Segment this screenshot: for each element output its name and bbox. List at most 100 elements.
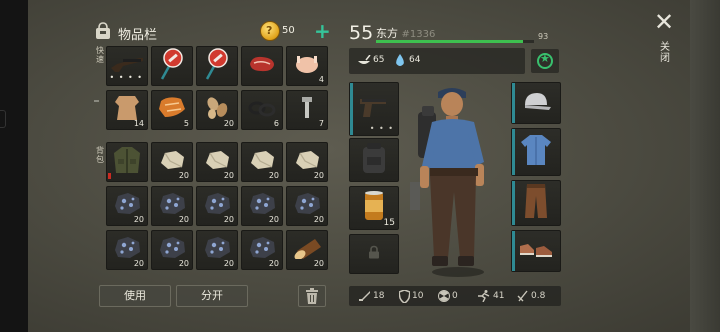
quick-slot[interactable]: 5 xyxy=(151,90,193,130)
fabric-scraps-icon xyxy=(157,95,187,125)
item-quantity: 15 xyxy=(383,218,395,228)
jacket-icon xyxy=(112,145,142,179)
defense-shield-icon xyxy=(399,290,410,303)
bezel-notch xyxy=(0,110,6,128)
slot-accent xyxy=(512,181,515,225)
equipment-slot[interactable] xyxy=(349,138,399,182)
durability-dots: • • • xyxy=(369,124,394,133)
quick-slot[interactable] xyxy=(241,46,283,86)
xp-bar-fill xyxy=(376,40,523,43)
device-bezel xyxy=(0,0,28,332)
game-screen: 物品栏 ? 50 + 快速 背包 • • • • 4 14 5 20 6 7 20 20 20 20… xyxy=(0,0,720,332)
equipment-slot[interactable]: • • • xyxy=(349,82,399,136)
equipment-slot[interactable] xyxy=(511,230,561,272)
close-button[interactable]: ✕ xyxy=(654,10,674,34)
equipment-slot[interactable] xyxy=(511,180,561,226)
quick-slot[interactable]: • • • • xyxy=(106,46,148,86)
weight-value: 0.8 xyxy=(531,291,546,301)
star-badge[interactable]: ★ xyxy=(531,49,559,73)
raw-meat-icon xyxy=(248,54,276,78)
bag-slot[interactable]: 20 xyxy=(286,230,328,270)
weight-icon xyxy=(517,290,528,302)
bag-slot[interactable]: 20 xyxy=(241,142,283,182)
slot-accent xyxy=(350,83,353,135)
equipment-slot[interactable] xyxy=(511,82,561,124)
pistol-icon xyxy=(358,95,390,123)
coin-symbol: ? xyxy=(266,24,273,37)
bag-slot[interactable]: 20 xyxy=(196,186,238,226)
bag-slot[interactable]: 20 xyxy=(106,230,148,270)
condition-marker xyxy=(108,173,111,179)
item-quantity: 7 xyxy=(318,119,324,128)
coin-count: 50 xyxy=(282,25,295,36)
no-entry-sign-icon xyxy=(203,47,231,85)
xp-value: 93 xyxy=(538,32,549,41)
bag-slot[interactable] xyxy=(106,142,148,182)
quick-slot[interactable]: 14 xyxy=(106,90,148,130)
item-quantity: 6 xyxy=(273,119,279,128)
item-quantity: 4 xyxy=(318,75,324,84)
player-name-line: 东方 #1336 xyxy=(376,25,435,41)
running-speed-icon xyxy=(478,290,490,302)
radiation-icon xyxy=(438,290,450,302)
radiation-value: 0 xyxy=(452,291,458,301)
star-badge-icon: ★ xyxy=(537,52,553,69)
cap-icon xyxy=(519,89,553,117)
slot-accent xyxy=(512,129,515,175)
bag-slot[interactable]: 20 xyxy=(286,142,328,182)
item-quantity: 20 xyxy=(178,215,189,224)
item-quantity: 20 xyxy=(313,171,324,180)
raw-chicken-icon xyxy=(293,52,321,80)
use-button[interactable]: 使用 xyxy=(99,285,171,307)
trash-button[interactable] xyxy=(298,285,326,307)
item-quantity: 5 xyxy=(183,119,189,128)
quick-slot[interactable] xyxy=(196,46,238,86)
bag-slot[interactable]: 20 xyxy=(196,230,238,270)
trash-icon xyxy=(306,288,318,304)
close-label[interactable]: 关闭 xyxy=(660,42,672,64)
item-quantity: 20 xyxy=(268,215,279,224)
attack-icon xyxy=(359,291,370,301)
quick-slot[interactable]: 6 xyxy=(241,90,283,130)
equipment-slot[interactable] xyxy=(511,128,561,176)
inventory-title: 物品栏 xyxy=(118,28,158,43)
bag-slot[interactable]: 20 xyxy=(286,186,328,226)
character-figure xyxy=(410,88,484,277)
quick-slot[interactable] xyxy=(151,46,193,86)
bag-slot[interactable]: 20 xyxy=(241,186,283,226)
add-coins-button[interactable]: + xyxy=(314,19,331,43)
right-bezel xyxy=(690,0,720,332)
quick-slot[interactable]: 4 xyxy=(286,46,328,86)
slot-accent xyxy=(512,231,515,271)
quick-slots-divider xyxy=(94,100,99,102)
bag-slot[interactable]: 20 xyxy=(151,186,193,226)
durability-dots: • • • • xyxy=(109,73,143,82)
bag-slot[interactable]: 20 xyxy=(106,186,148,226)
quick-slot[interactable]: 7 xyxy=(286,90,328,130)
quick-slots-label: 快速 xyxy=(96,46,104,64)
item-quantity: 20 xyxy=(223,215,234,224)
pants-icon xyxy=(523,182,549,224)
item-quantity: 20 xyxy=(133,259,144,268)
lock-icon xyxy=(368,245,380,264)
attack-value: 18 xyxy=(373,291,385,301)
item-quantity: 14 xyxy=(133,119,144,128)
bag-slot[interactable]: 20 xyxy=(241,230,283,270)
player-name: 东方 xyxy=(376,27,398,40)
bag-slot[interactable]: 20 xyxy=(151,142,193,182)
quick-slot[interactable]: 20 xyxy=(196,90,238,130)
player-level: 55 xyxy=(349,22,374,44)
defense-value: 10 xyxy=(412,291,424,301)
item-quantity: 20 xyxy=(313,259,324,268)
equipment-slot[interactable]: 15 xyxy=(349,186,399,230)
coin-icon: ? xyxy=(260,21,280,41)
bag-slot[interactable]: 20 xyxy=(151,230,193,270)
food-icon xyxy=(358,55,371,64)
item-quantity: 20 xyxy=(223,171,234,180)
split-button[interactable]: 分开 xyxy=(176,285,248,307)
combat-stats-bar: 18 10 0 41 0.8 xyxy=(349,286,561,306)
equipment-slot[interactable] xyxy=(349,234,399,274)
item-quantity: 20 xyxy=(223,119,234,128)
bag-slot[interactable]: 20 xyxy=(196,142,238,182)
food-value: 65 xyxy=(373,55,385,65)
